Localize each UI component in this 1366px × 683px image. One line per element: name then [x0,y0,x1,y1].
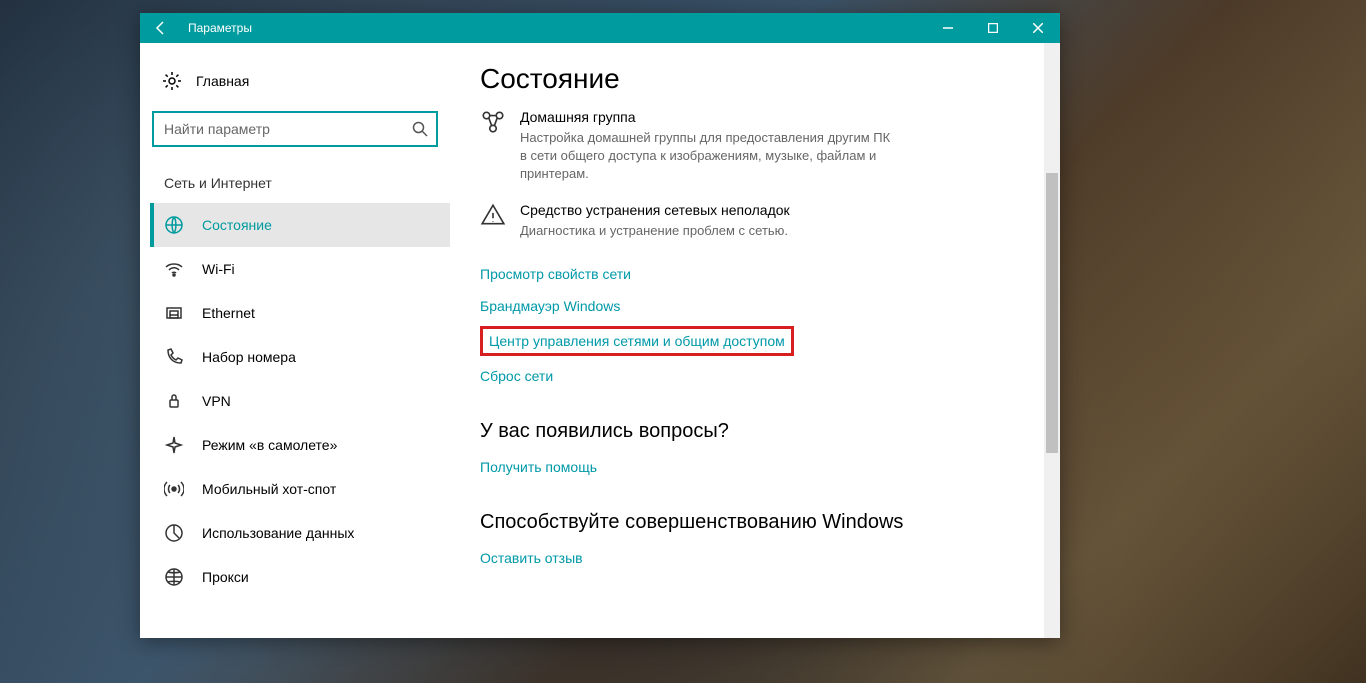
window-title: Параметры [182,21,252,35]
ethernet-icon [164,303,184,323]
gear-icon [162,71,182,91]
link-get-help[interactable]: Получить помощь [480,451,597,483]
section-header: Сеть и Интернет [150,169,450,203]
sidebar-item-label: Использование данных [202,525,354,541]
sidebar-item-ethernet[interactable]: Ethernet [150,291,450,335]
maximize-button[interactable] [970,13,1015,43]
sidebar-item-label: Мобильный хот-спот [202,481,336,497]
airplane-icon [164,435,184,455]
feedback-title: Способствуйте совершенствованию Windows [480,511,1030,534]
sidebar-item-label: Режим «в самолете» [202,437,337,453]
search-input[interactable] [162,120,412,138]
phone-icon [164,347,184,367]
homegroup-icon [480,109,506,135]
search-box[interactable] [152,111,438,147]
sidebar-item-wifi[interactable]: Wi-Fi [150,247,450,291]
minimize-button[interactable] [925,13,970,43]
sidebar-item-proxy[interactable]: Прокси [150,555,450,599]
link-feedback[interactable]: Оставить отзыв [480,542,583,574]
main-content: Состояние Домашняя группа Настройка дома… [450,43,1060,638]
vpn-icon [164,391,184,411]
sidebar-item-label: VPN [202,393,231,409]
sidebar-item-dialup[interactable]: Набор номера [150,335,450,379]
troubleshoot-block: Средство устранения сетевых неполадок Ди… [480,202,1030,240]
faq-title: У вас появились вопросы? [480,420,1030,443]
sidebar: Главная Сеть и Интернет Состояние Wi-Fi … [140,43,450,638]
scrollbar[interactable] [1044,43,1060,638]
proxy-icon [164,567,184,587]
data-usage-icon [164,523,184,543]
sidebar-item-status[interactable]: Состояние [150,203,450,247]
sidebar-item-vpn[interactable]: VPN [150,379,450,423]
sidebar-item-label: Ethernet [202,305,255,321]
search-icon [412,121,428,137]
home-button[interactable]: Главная [150,63,450,99]
sidebar-item-label: Wi-Fi [202,261,235,277]
sidebar-item-label: Набор номера [202,349,296,365]
block-desc: Диагностика и устранение проблем с сетью… [520,222,900,240]
close-button[interactable] [1015,13,1060,43]
link-network-reset[interactable]: Сброс сети [480,360,553,392]
sidebar-item-datausage[interactable]: Использование данных [150,511,450,555]
link-firewall[interactable]: Брандмауэр Windows [480,290,620,322]
block-title: Домашняя группа [520,109,1030,125]
scrollbar-thumb[interactable] [1046,173,1058,453]
hotspot-icon [164,479,184,499]
back-button[interactable] [140,13,182,43]
warning-icon [480,202,506,228]
page-title: Состояние [480,63,1030,95]
sidebar-item-airplane[interactable]: Режим «в самолете» [150,423,450,467]
homegroup-block: Домашняя группа Настройка домашней групп… [480,109,1030,184]
titlebar: Параметры [140,13,1060,43]
home-label: Главная [196,73,249,89]
block-title: Средство устранения сетевых неполадок [520,202,1030,218]
sidebar-item-hotspot[interactable]: Мобильный хот-спот [150,467,450,511]
wifi-icon [164,259,184,279]
block-desc: Настройка домашней группы для предоставл… [520,129,900,184]
globe-icon [164,215,184,235]
sidebar-item-label: Состояние [202,217,272,233]
link-network-sharing-center[interactable]: Центр управления сетями и общим доступом [480,326,794,356]
sidebar-item-label: Прокси [202,569,249,585]
settings-window: Параметры Главная Сеть и Интернет [140,13,1060,638]
link-network-properties[interactable]: Просмотр свойств сети [480,258,631,290]
